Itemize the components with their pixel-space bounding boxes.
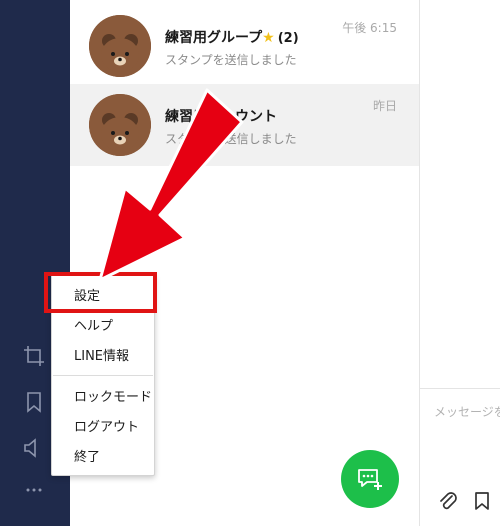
star-icon: ★ [262, 30, 275, 46]
new-chat-button[interactable] [341, 450, 399, 508]
unread-count: (2) [277, 31, 299, 46]
message-input[interactable]: メッセージを [434, 403, 500, 420]
crop-icon[interactable] [22, 344, 46, 368]
avatar [89, 15, 151, 77]
menu-item-lock-mode[interactable]: ロックモード [74, 386, 152, 405]
menu-item-logout[interactable]: ログアウト [74, 416, 139, 435]
bookmark-icon[interactable] [22, 390, 46, 414]
bookmark-icon[interactable] [473, 491, 491, 511]
chat-plus-icon [358, 469, 382, 490]
chat-preview: スタンプを送信しました [165, 53, 297, 67]
menu-item-line-info[interactable]: LINE情報 [74, 345, 129, 364]
speaker-icon[interactable] [22, 436, 46, 460]
menu-divider [53, 375, 153, 376]
red-arrow-icon [98, 88, 244, 282]
composer-divider [420, 388, 500, 389]
menu-item-help[interactable]: ヘルプ [74, 315, 113, 334]
chat-name: 練習用グループ★ (2) [165, 27, 299, 47]
chat-time: 午後 6:15 [342, 21, 397, 35]
pane-divider [419, 0, 420, 526]
paperclip-icon[interactable] [438, 490, 458, 512]
chat-name-text: 練習用グループ [165, 30, 263, 46]
menu-item-exit[interactable]: 終了 [74, 446, 100, 465]
chat-item-group[interactable]: 練習用グループ★ (2) スタンプを送信しました 午後 6:15 [70, 3, 419, 85]
chat-time: 昨日 [372, 99, 397, 113]
more-icon[interactable] [22, 478, 46, 502]
